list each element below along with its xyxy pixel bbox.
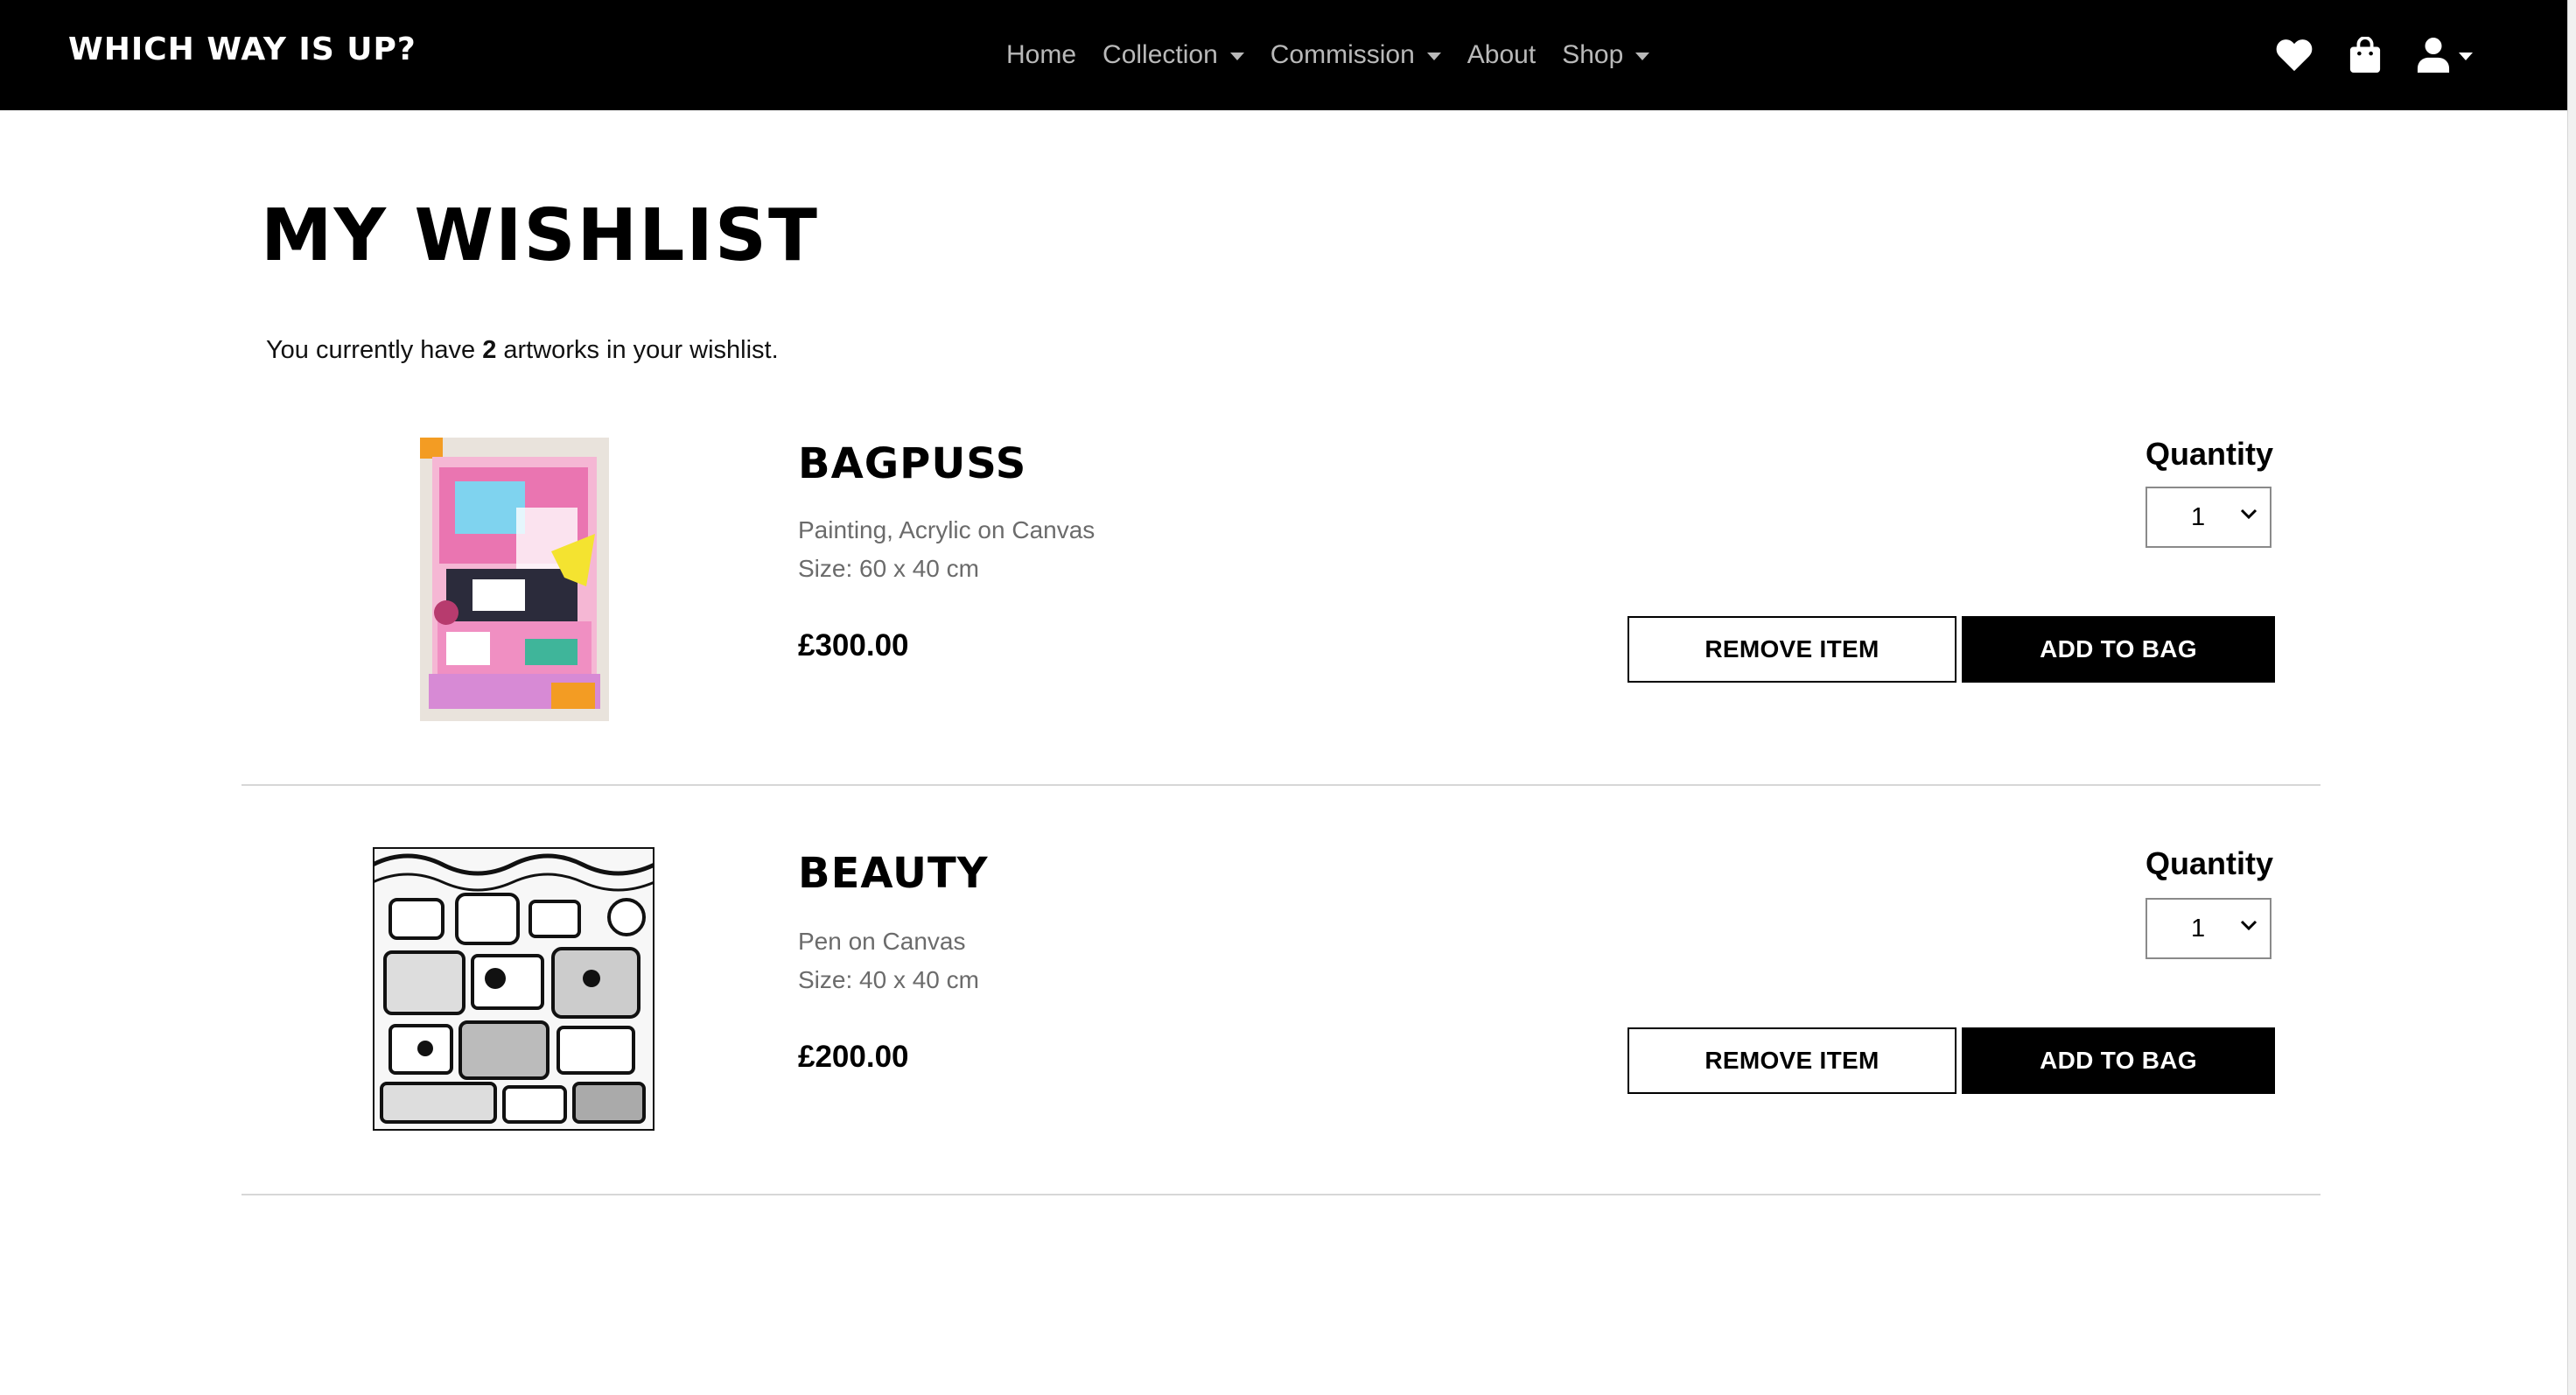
nav-shop-label: Shop <box>1562 40 1624 69</box>
quantity-value: 1 <box>2191 914 2206 943</box>
quantity-select[interactable]: 1 <box>2146 898 2272 959</box>
user-icon <box>2417 38 2450 73</box>
nav-shop-dropdown[interactable]: Shop <box>1562 40 1650 70</box>
quantity-label: Quantity <box>2146 845 2274 881</box>
caret-down-icon <box>2459 53 2473 60</box>
wishlist-item: BAGPUSS Painting, Acrylic on Canvas Size… <box>242 376 2320 786</box>
item-price: £200.00 <box>798 1040 909 1074</box>
nav-collection-dropdown[interactable]: Collection <box>1102 40 1244 70</box>
nav-collection-label: Collection <box>1102 40 1218 69</box>
nav-commission-dropdown[interactable]: Commission <box>1270 40 1441 70</box>
navbar: WHICH WAY IS UP? Home Collection Commiss… <box>0 0 2567 110</box>
wishlist-link[interactable] <box>2275 38 2314 73</box>
chevron-down-icon <box>2240 508 2258 520</box>
account-dropdown[interactable] <box>2417 37 2473 74</box>
item-size: Size: 40 x 40 cm <box>798 966 979 993</box>
wishlist-summary: You currently have 2 artworks in your wi… <box>266 336 779 365</box>
wishlist-item: BEAUTY Pen on Canvas Size: 40 x 40 cm £2… <box>242 786 2320 1195</box>
chevron-down-icon <box>2240 920 2258 931</box>
quantity-select[interactable]: 1 <box>2146 487 2272 548</box>
caret-down-icon <box>1426 53 1441 60</box>
nav-home[interactable]: Home <box>1006 40 1076 70</box>
item-type: Pen on Canvas <box>798 928 966 955</box>
artwork-image-beauty[interactable] <box>373 847 654 1131</box>
remove-item-button[interactable]: REMOVE ITEM <box>1628 1027 1956 1094</box>
remove-item-button[interactable]: REMOVE ITEM <box>1628 616 1956 683</box>
add-to-bag-button[interactable]: ADD TO BAG <box>1962 1027 2275 1094</box>
window-edge <box>2567 0 2576 1395</box>
brand-logo[interactable]: WHICH WAY IS UP? <box>68 32 416 67</box>
item-price: £300.00 <box>798 628 909 662</box>
add-to-bag-button[interactable]: ADD TO BAG <box>1962 616 2275 683</box>
artwork-thumbnail <box>420 438 609 721</box>
wishlist-count: 2 <box>482 336 497 364</box>
nav-home-label: Home <box>1006 40 1077 69</box>
heart-icon <box>2276 39 2313 72</box>
summary-suffix: artworks in your wishlist. <box>496 336 779 364</box>
shopping-bag-icon <box>2349 37 2381 73</box>
caret-down-icon <box>1229 53 1244 60</box>
page-title: MY WISHLIST <box>261 194 819 277</box>
nav-commission-label: Commission <box>1270 40 1415 69</box>
divider <box>242 1194 2320 1195</box>
item-type: Painting, Acrylic on Canvas <box>798 516 1096 543</box>
bag-link[interactable] <box>2348 37 2382 74</box>
nav-about[interactable]: About <box>1467 40 1536 70</box>
nav-links: Home Collection Commission About Shop <box>1006 0 1676 110</box>
artwork-thumbnail <box>373 847 654 1131</box>
nav-about-label: About <box>1466 40 1536 69</box>
item-title[interactable]: BEAUTY <box>798 849 989 898</box>
quantity-label: Quantity <box>2146 436 2274 472</box>
item-size: Size: 60 x 40 cm <box>798 555 979 582</box>
quantity-value: 1 <box>2191 502 2206 531</box>
summary-prefix: You currently have <box>266 336 483 364</box>
artwork-image-bagpuss[interactable] <box>420 438 609 721</box>
caret-down-icon <box>1635 53 1650 60</box>
nav-icons <box>2275 0 2508 110</box>
item-title[interactable]: BAGPUSS <box>798 439 1026 488</box>
